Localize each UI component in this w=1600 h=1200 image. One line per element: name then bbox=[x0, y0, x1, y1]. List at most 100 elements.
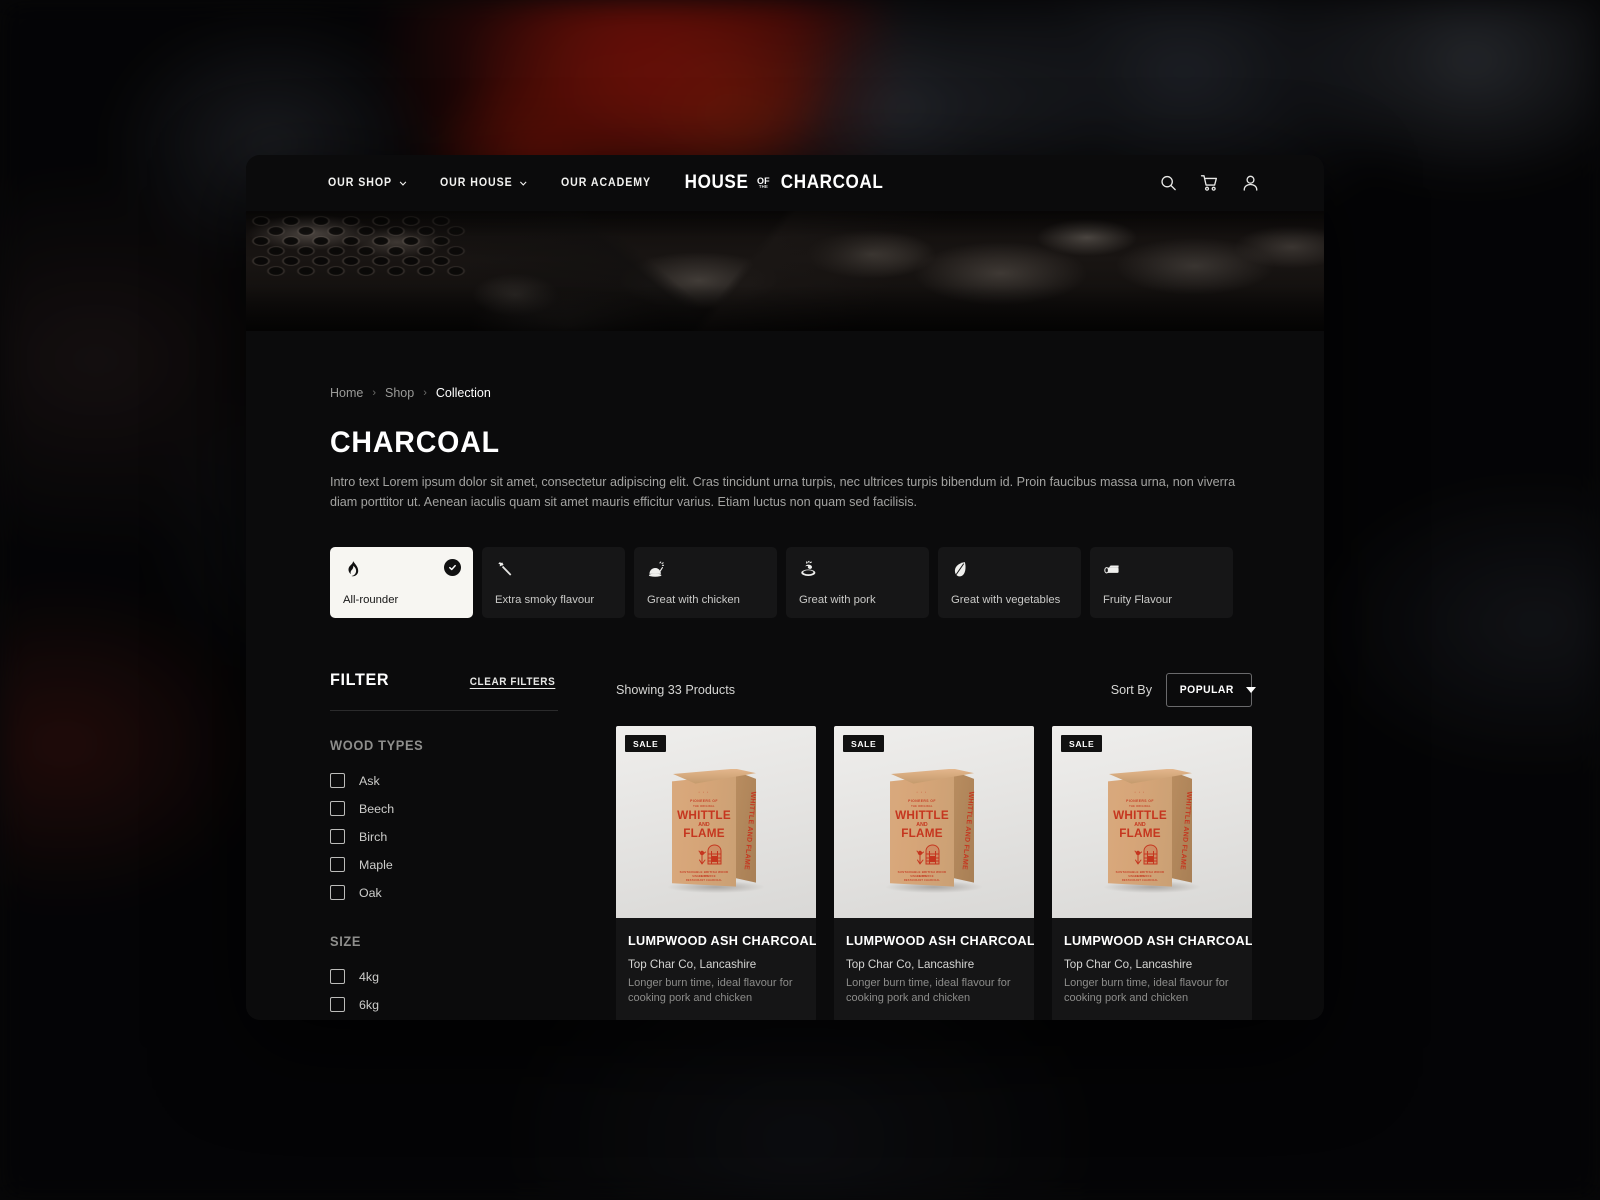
filter-option-maple[interactable]: Maple bbox=[330, 851, 558, 879]
sale-badge: SALE bbox=[843, 734, 885, 752]
filter-option-4kg[interactable]: 4kg bbox=[330, 963, 558, 991]
sort-dropdown-value: POPULAR bbox=[1179, 683, 1234, 696]
flavour-card-great-with-pork[interactable]: Great with pork bbox=[786, 546, 929, 618]
bag-small-line-2: THE ORIGINAL bbox=[1129, 804, 1151, 808]
nav-item-our-academy[interactable]: OUR ACADEMY bbox=[561, 177, 651, 189]
breadcrumb-item-shop[interactable]: Shop bbox=[385, 386, 414, 400]
product-name: LUMPWOOD ASH CHARCOAL bbox=[846, 932, 1034, 948]
clear-filters-button[interactable]: CLEAR FILTERS bbox=[470, 676, 556, 688]
filter-option-birch[interactable]: Birch bbox=[330, 823, 558, 851]
bag-brand-whittle: WHITTLE bbox=[677, 809, 731, 822]
flavour-card-all-rounder[interactable]: All-rounder bbox=[330, 546, 473, 618]
bag-kiln-illustration bbox=[698, 844, 722, 865]
filter-option-label: 4kg bbox=[359, 969, 379, 984]
chevron-down-icon bbox=[1245, 686, 1256, 693]
bag-brand-flame: FLAME bbox=[901, 827, 943, 840]
leaf-icon bbox=[951, 560, 970, 579]
nav-item-our-shop[interactable]: OUR SHOP bbox=[328, 177, 407, 189]
filter-group-title: WOOD TYPES bbox=[330, 737, 424, 753]
flame-icon bbox=[343, 560, 362, 579]
filter-option-label: Oak bbox=[359, 885, 382, 900]
cart-icon[interactable] bbox=[1200, 174, 1219, 193]
filter-option-label: 6kg bbox=[359, 997, 379, 1012]
flavour-card-great-with-chicken[interactable]: Great with chicken bbox=[634, 546, 777, 618]
filter-option-6kg[interactable]: 6kg bbox=[330, 991, 558, 1019]
breadcrumb: Home › Shop › Collection bbox=[330, 386, 1240, 400]
bag-bottom-line-3: RESTAURANT CHARCOAL bbox=[1121, 878, 1159, 882]
bag-bottom-line-2: SINGLE SOURCE bbox=[910, 874, 934, 878]
sort-dropdown[interactable]: POPULAR bbox=[1166, 672, 1256, 707]
bag-small-line-1: PIONEERS OF bbox=[690, 798, 718, 803]
bag-kiln-illustration bbox=[916, 844, 940, 865]
flavour-card-label: Extra smoky flavour bbox=[495, 593, 595, 606]
product-description: Longer burn time, ideal flavour for cook… bbox=[628, 976, 793, 1005]
bag-bottom-line-2: SINGLE SOURCE bbox=[1128, 874, 1152, 878]
filter-option-oak[interactable]: Oak bbox=[330, 879, 558, 907]
page-content: Home › Shop › Collection CHARCOAL Intro … bbox=[246, 386, 1324, 1020]
product-name: LUMPWOOD ASH CHARCOAL bbox=[1064, 932, 1252, 948]
bag-top-marks: • • • bbox=[916, 790, 928, 794]
results-count: Showing 33 Products bbox=[616, 682, 736, 697]
product-image: SALE • • • PIONEERS OF THE ORIGINAL WHIT… bbox=[834, 725, 1034, 918]
flavour-filter-cards: All-rounder Extra smoky flavour Great wi… bbox=[330, 546, 1240, 618]
bag-small-line-2: THE ORIGINAL bbox=[911, 804, 933, 808]
flavour-card-label: Fruity Flavour bbox=[1103, 593, 1173, 606]
checkbox-icon[interactable] bbox=[330, 829, 345, 845]
flavour-card-fruity-flavour[interactable]: Fruity Flavour bbox=[1090, 546, 1233, 618]
flavour-card-extra-smoky[interactable]: Extra smoky flavour bbox=[482, 546, 625, 618]
filter-option-label: Birch bbox=[359, 829, 388, 844]
checkbox-icon[interactable] bbox=[330, 801, 345, 817]
bag-brand-whittle: WHITTLE bbox=[1113, 809, 1167, 822]
bag-small-line-1: PIONEERS OF bbox=[908, 798, 936, 803]
product-info: LUMPWOOD ASH CHARCOAL Top Char Co, Lanca… bbox=[834, 918, 1034, 1020]
product-vendor: Top Char Co, Lancashire bbox=[628, 957, 757, 971]
checkbox-icon[interactable] bbox=[330, 773, 345, 789]
browser-window: OUR SHOP OUR HOUSE OUR ACADEMY HOUSE OF … bbox=[246, 155, 1324, 1020]
chicken-icon bbox=[647, 560, 666, 579]
checkbox-icon[interactable] bbox=[330, 997, 345, 1013]
account-icon[interactable] bbox=[1241, 174, 1260, 193]
flavour-card-great-with-vegetables[interactable]: Great with vegetables bbox=[938, 546, 1081, 618]
bag-top-marks: • • • bbox=[1134, 790, 1146, 794]
checkbox-icon[interactable] bbox=[330, 857, 345, 873]
filter-group-wood-types: WOOD TYPES Ask Beech Birch Maple Oak bbox=[330, 738, 558, 907]
results-toolbar: Showing 33 Products Sort By POPULAR bbox=[616, 670, 1256, 710]
charcoal-bag-illustration: • • • PIONEERS OF THE ORIGINAL WHITTLE A… bbox=[668, 765, 764, 893]
filter-option-label: Beech bbox=[359, 801, 395, 816]
nav-item-label: OUR HOUSE bbox=[439, 177, 513, 189]
checkbox-icon[interactable] bbox=[330, 885, 345, 901]
search-icon[interactable] bbox=[1159, 174, 1178, 193]
filter-group-title: SIZE bbox=[330, 933, 362, 949]
breadcrumb-item-home[interactable]: Home bbox=[330, 386, 363, 400]
breadcrumb-item-collection: Collection bbox=[435, 386, 491, 400]
product-vendor: Top Char Co, Lancashire bbox=[1064, 957, 1193, 971]
filter-sidebar: FILTER CLEAR FILTERS WOOD TYPES Ask Beec… bbox=[330, 670, 558, 1020]
breadcrumb-separator: › bbox=[372, 386, 377, 399]
sale-badge: SALE bbox=[625, 734, 667, 752]
filter-title: FILTER bbox=[330, 669, 390, 689]
catalog-section: FILTER CLEAR FILTERS WOOD TYPES Ask Beec… bbox=[330, 670, 1256, 1020]
product-grid: SALE • • • PIONEERS OF THE ORIGINAL WHIT… bbox=[616, 725, 1252, 1020]
filter-option-label: Maple bbox=[359, 857, 393, 872]
checkbox-icon[interactable] bbox=[330, 969, 345, 985]
product-card[interactable]: SALE • • • PIONEERS OF THE ORIGINAL WHIT… bbox=[834, 725, 1034, 1020]
site-logo[interactable]: HOUSE OF THE CHARCOAL bbox=[681, 172, 889, 194]
logo-of-bottom: THE bbox=[758, 184, 768, 190]
logo-word-charcoal: CHARCOAL bbox=[780, 172, 884, 193]
logo-word-house: HOUSE bbox=[684, 172, 749, 193]
bag-top-marks: • • • bbox=[698, 790, 710, 794]
bag-small-line-2: THE ORIGINAL bbox=[693, 804, 715, 808]
bag-small-line-1: PIONEERS OF bbox=[1126, 798, 1154, 803]
nav-item-our-house[interactable]: OUR HOUSE bbox=[440, 177, 527, 189]
product-info: LUMPWOOD ASH CHARCOAL Top Char Co, Lanca… bbox=[1052, 918, 1252, 1020]
filter-group-size: SIZE 4kg 6kg bbox=[330, 934, 558, 1019]
header-action-icons bbox=[1159, 174, 1260, 193]
torch-icon bbox=[495, 560, 514, 579]
product-card[interactable]: SALE • • • PIONEERS OF THE ORIGINAL WHIT… bbox=[616, 725, 816, 1020]
bag-bottom-line-3: RESTAURANT CHARCOAL bbox=[903, 878, 941, 882]
log-icon bbox=[1103, 560, 1122, 579]
filter-option-beech[interactable]: Beech bbox=[330, 795, 558, 823]
filter-option-ask[interactable]: Ask bbox=[330, 767, 558, 795]
product-card[interactable]: SALE • • • PIONEERS OF THE ORIGINAL WHIT… bbox=[1052, 725, 1252, 1020]
flavour-card-label: Great with vegetables bbox=[951, 593, 1061, 606]
